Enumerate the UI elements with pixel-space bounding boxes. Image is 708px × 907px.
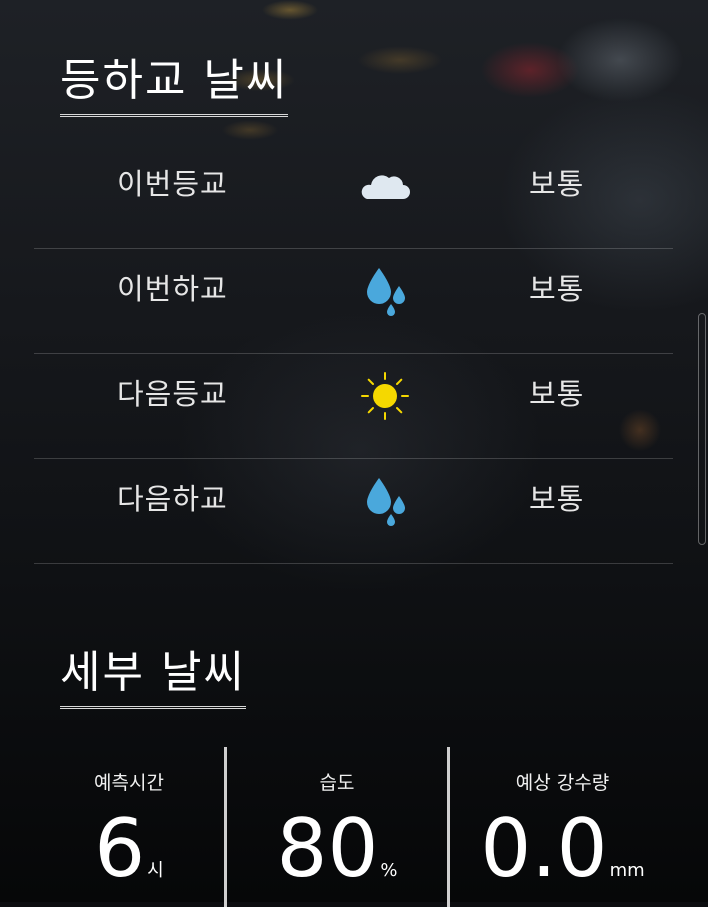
humidity-label: 습도 (319, 772, 355, 794)
humidity-stat: 습도 80% (226, 745, 448, 905)
row-label: 이번하교 (117, 272, 228, 306)
humidity-value: 80 (276, 802, 379, 895)
row-label: 다음등교 (117, 377, 228, 411)
list-item: 이번하교 보통 (34, 249, 673, 354)
scrollbar[interactable] (698, 313, 706, 545)
forecast-time-value: 6 (94, 802, 146, 895)
row-status: 보통 (529, 377, 585, 411)
cloud-icon (357, 166, 413, 206)
precipitation-stat: 예상 강수량 0.0 mm (450, 745, 675, 905)
row-label: 이번등교 (117, 167, 228, 201)
row-status: 보통 (529, 167, 585, 201)
detail-weather-panel: 예측시간 6시 습도 80% 예상 강수량 0.0 mm (0, 745, 708, 907)
precipitation-value: 0.0 (480, 802, 608, 895)
list-item: 다음하교 보통 (34, 459, 673, 564)
list-item: 이번등교 보통 (34, 144, 673, 249)
precipitation-unit: mm (609, 860, 645, 881)
commute-weather-list: 이번등교 보통 이번하교 보통 다음등교 보통 다음하교 보통 (34, 144, 673, 564)
row-status: 보통 (529, 272, 585, 306)
row-label: 다음하교 (117, 482, 228, 516)
humidity-unit: % (380, 860, 398, 881)
list-item: 다음등교 보통 (34, 354, 673, 459)
detail-weather-title: 세부 날씨 (60, 636, 246, 709)
forecast-time-stat: 예측시간 6시 (34, 745, 224, 905)
sun-icon (357, 372, 413, 420)
precipitation-label: 예상 강수량 (515, 772, 610, 794)
row-status: 보통 (529, 482, 585, 516)
raindrops-icon (357, 268, 413, 316)
raindrops-icon (357, 478, 413, 526)
forecast-time-unit: 시 (147, 860, 164, 881)
forecast-time-label: 예측시간 (94, 772, 164, 794)
commute-weather-title: 등하교 날씨 (60, 44, 289, 117)
